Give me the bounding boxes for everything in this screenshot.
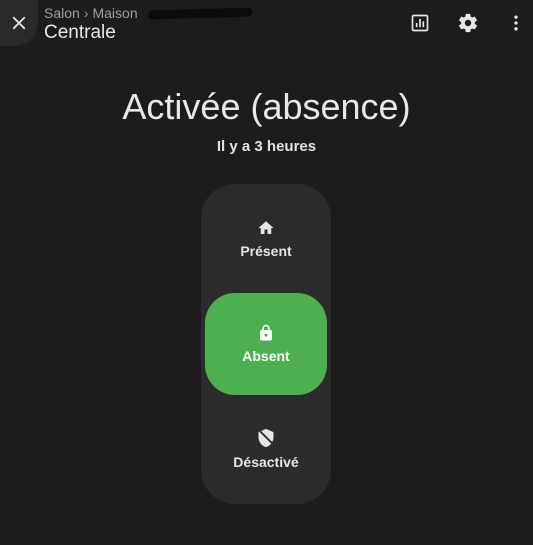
chart-icon xyxy=(410,13,430,33)
mode-button-present[interactable]: Présent xyxy=(205,188,327,290)
mode-label-absent: Absent xyxy=(242,348,290,364)
breadcrumb: Salon › Maison xyxy=(44,5,252,21)
settings-button[interactable] xyxy=(454,9,482,37)
home-icon xyxy=(257,219,275,237)
close-icon xyxy=(10,14,28,32)
redacted-text xyxy=(147,7,252,19)
breadcrumb-device[interactable]: Maison xyxy=(92,5,137,21)
state-last-changed: Il y a 3 heures xyxy=(216,138,317,155)
lock-icon xyxy=(257,324,275,342)
breadcrumb-separator: › xyxy=(83,5,89,21)
page-title: Centrale xyxy=(44,22,116,43)
mode-button-absent[interactable]: Absent xyxy=(205,293,327,395)
close-button[interactable] xyxy=(0,0,38,46)
gear-icon xyxy=(457,12,479,34)
state-title: Activée (absence) xyxy=(122,86,411,127)
mode-button-disabled[interactable]: Désactivé xyxy=(205,398,327,500)
shield-off-icon xyxy=(256,428,276,448)
breadcrumb-area[interactable]: Salon xyxy=(44,5,80,21)
history-button[interactable] xyxy=(406,9,434,37)
more-vertical-icon xyxy=(506,13,526,33)
mode-label-disabled: Désactivé xyxy=(233,454,299,470)
mode-selector: Présent Absent Désactivé xyxy=(201,184,331,504)
more-button[interactable] xyxy=(502,9,530,37)
mode-label-present: Présent xyxy=(240,243,292,259)
